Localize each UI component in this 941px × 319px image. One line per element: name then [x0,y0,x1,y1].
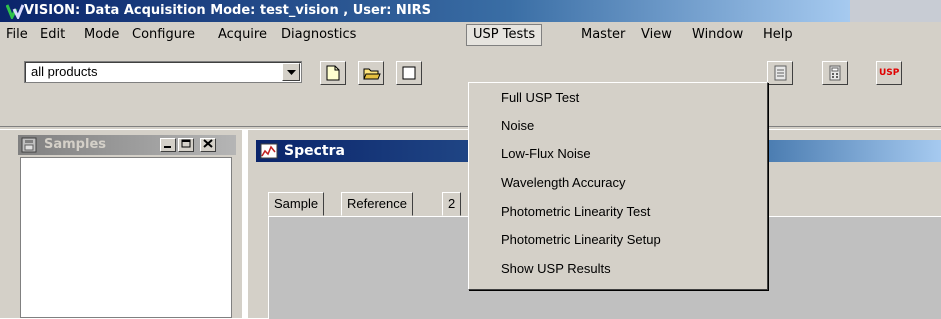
menu-edit[interactable]: Edit [34,24,71,46]
minimize-button[interactable] [160,138,176,152]
menu-view[interactable]: View [635,24,678,46]
menu-item-noise[interactable]: Noise [501,115,534,137]
title-bar: VISION: Data Acquisition Mode: test_visi… [0,0,850,22]
maximize-icon [181,139,191,148]
menu-item-wavelength-accuracy[interactable]: Wavelength Accuracy [501,172,626,194]
window-title: VISION: Data Acquisition Mode: test_visi… [24,3,432,18]
samples-list[interactable] [20,157,232,318]
samples-title-bar[interactable]: Samples [18,135,236,155]
close-button[interactable] [200,138,216,152]
spectra-title: Spectra [284,143,345,159]
menu-help[interactable]: Help [757,24,799,46]
product-select-dropdown-button[interactable] [282,63,300,81]
report-icon [774,65,787,81]
product-select-value: all products [31,64,98,79]
spectra-chart-icon [260,143,278,159]
close-icon [203,139,213,148]
usp-button[interactable]: USP [876,61,902,85]
calculator-icon [829,65,841,81]
new-file-button[interactable] [320,61,346,85]
report-button[interactable] [767,61,793,85]
tab-sample[interactable]: Sample [268,192,325,216]
vision-logo-icon [6,4,24,19]
samples-title: Samples [44,137,106,152]
tab-reference[interactable]: Reference [341,192,413,216]
menu-master[interactable]: Master [575,24,631,46]
menu-file[interactable]: File [0,24,34,46]
document-icon [402,66,416,80]
usp-tests-menu: Full USP Test Noise Low-Flux Noise Wavel… [468,82,768,290]
menu-window[interactable]: Window [686,24,749,46]
menu-configure[interactable]: Configure [126,24,201,46]
samples-icon [21,137,37,153]
menu-mode[interactable]: Mode [78,24,125,46]
calculator-button[interactable] [822,61,848,85]
tab-2[interactable]: 2 [442,192,462,216]
minimize-icon [164,146,171,148]
product-select[interactable]: all products [24,61,302,83]
menu-bar: File Edit Mode Configure Acquire Diagnos… [0,22,941,48]
menu-item-photometric-linearity-test[interactable]: Photometric Linearity Test [501,201,650,223]
menu-item-show-usp-results[interactable]: Show USP Results [501,258,611,280]
new-file-icon [326,65,340,81]
toolbar-button-3[interactable] [396,61,422,85]
open-folder-icon [363,68,381,80]
menu-item-full-usp-test[interactable]: Full USP Test [501,87,579,109]
menu-item-photometric-linearity-setup[interactable]: Photometric Linearity Setup [501,229,661,251]
title-bar-background [850,0,941,22]
menu-diagnostics[interactable]: Diagnostics [275,24,362,46]
maximize-button[interactable] [178,138,194,152]
menu-acquire[interactable]: Acquire [212,24,273,46]
samples-window: Samples [0,130,242,318]
usp-button-label: USP [879,68,900,78]
menu-usp-tests[interactable]: USP Tests [466,24,543,46]
menu-item-low-flux-noise[interactable]: Low-Flux Noise [501,143,591,165]
chevron-down-icon [287,70,296,75]
open-folder-button[interactable] [358,61,384,85]
